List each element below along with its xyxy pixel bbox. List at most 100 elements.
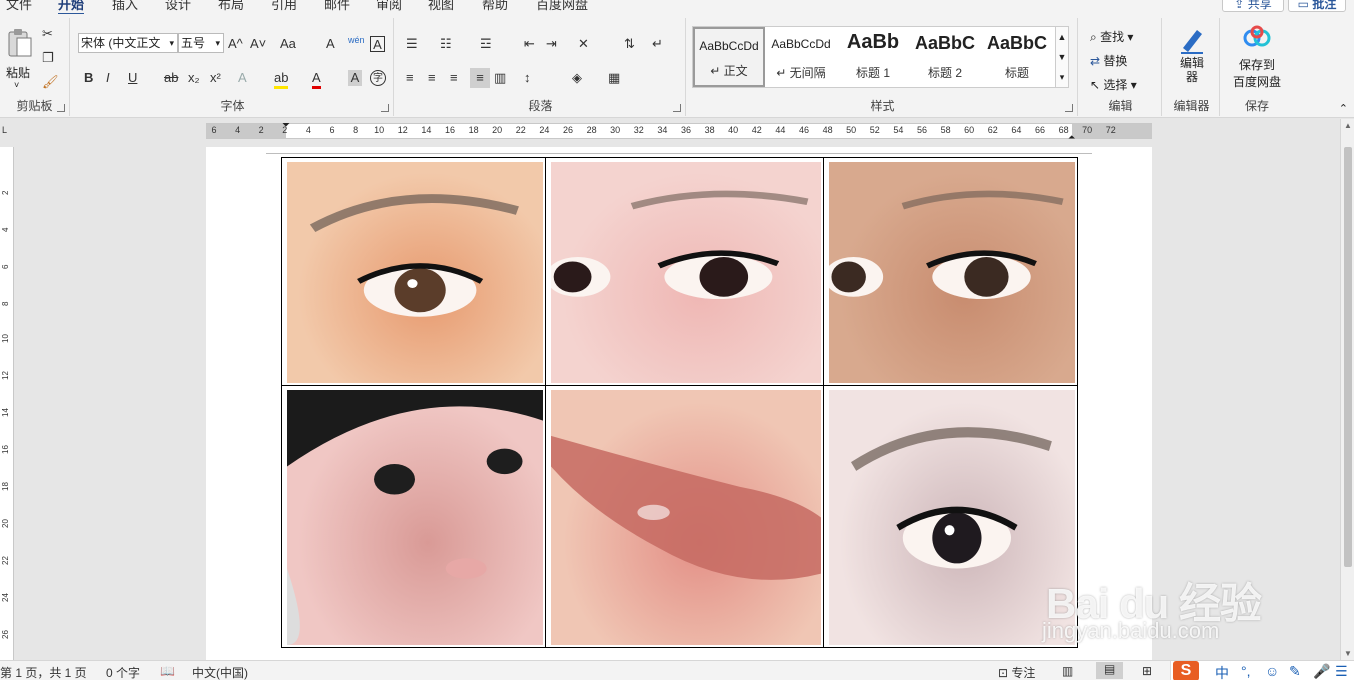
orange-eyeshadow-eye-image[interactable]	[287, 162, 543, 383]
styles-gallery-scroll[interactable]: ▲ ▼ ▾	[1055, 26, 1069, 88]
justify-icon[interactable]: ≡	[470, 68, 490, 88]
table-cell[interactable]	[546, 158, 824, 386]
tab-home[interactable]: 开始	[58, 0, 85, 14]
shrink-font-icon[interactable]: A˅	[250, 36, 266, 52]
sogou-ime-icon[interactable]: S	[1173, 661, 1199, 680]
natural-eyes-image[interactable]	[829, 162, 1075, 383]
language-indicator[interactable]: 中文(中国)	[192, 664, 248, 680]
collapse-ribbon-icon[interactable]: ⌃	[1339, 102, 1348, 115]
sort-icon[interactable]: ⇅	[624, 36, 635, 52]
align-center-icon[interactable]: ≡	[428, 70, 436, 86]
text-effects-icon[interactable]: A	[238, 70, 247, 86]
save-to-netdisk-button[interactable]: 保存到 百度网盘	[1226, 24, 1288, 94]
table-cell[interactable]	[546, 386, 824, 647]
ime-punctuation-toggle[interactable]: °,	[1241, 663, 1251, 679]
bold-icon[interactable]: B	[84, 70, 93, 86]
share-button[interactable]: ⇪ 共享	[1222, 0, 1284, 12]
chinese-layout-icon[interactable]: ✕	[578, 36, 589, 52]
comment-button[interactable]: ▭ 批注	[1288, 0, 1346, 12]
chevron-down-icon[interactable]: ▼	[1056, 47, 1068, 67]
shading-icon[interactable]: ◈	[572, 70, 582, 86]
line-spacing-icon[interactable]: ↕	[524, 70, 531, 86]
tab-references[interactable]: 引用	[271, 0, 297, 13]
increase-indent-icon[interactable]: ⇥	[546, 36, 557, 52]
style-heading-1[interactable]: AaBb 标题 1	[837, 27, 909, 87]
paste-button[interactable]: 粘贴 ˅	[4, 24, 34, 94]
dialog-launcher-icon[interactable]	[1065, 104, 1073, 112]
scrollbar-thumb[interactable]	[1344, 147, 1352, 567]
tab-review[interactable]: 审阅	[376, 0, 402, 13]
show-marks-icon[interactable]: ↵	[652, 36, 663, 52]
tab-help[interactable]: 帮助	[482, 0, 508, 13]
woman-eyes-lashes-image[interactable]	[551, 162, 821, 383]
ime-mode-toggle[interactable]: 中	[1215, 663, 1229, 680]
highlight-icon[interactable]: ab	[274, 70, 289, 89]
image-table[interactable]	[281, 157, 1078, 648]
style-title[interactable]: AaBbC 标题	[981, 27, 1053, 87]
copy-icon[interactable]: ❐	[42, 50, 54, 66]
chevron-up-icon[interactable]: ▲	[1056, 27, 1068, 47]
decrease-indent-icon[interactable]: ⇤	[524, 36, 535, 52]
grow-font-icon[interactable]: A^	[228, 36, 243, 52]
expand-gallery-icon[interactable]: ▾	[1056, 67, 1068, 87]
tab-baidu-netdisk[interactable]: 百度网盘	[536, 0, 588, 13]
distributed-icon[interactable]: ▥	[494, 70, 506, 86]
dialog-launcher-icon[interactable]	[673, 104, 681, 112]
scroll-down-icon[interactable]: ▼	[1341, 649, 1354, 658]
baby-face-image[interactable]	[287, 390, 543, 645]
character-shading-icon[interactable]: A	[348, 70, 362, 86]
align-right-icon[interactable]: ≡	[450, 70, 458, 86]
print-layout-icon[interactable]: ▤	[1096, 662, 1124, 679]
tab-selector[interactable]: L	[2, 125, 12, 135]
find-button[interactable]: ⌕ 查找 ▾	[1090, 28, 1133, 45]
word-count[interactable]: 0 个字	[106, 664, 140, 680]
table-cell[interactable]	[282, 158, 546, 386]
phonetic-guide-icon[interactable]: wén	[348, 32, 365, 48]
subscript-icon[interactable]: x₂	[188, 70, 200, 86]
tab-layout[interactable]: 布局	[218, 0, 244, 13]
replace-button[interactable]: ⇄ 替换	[1090, 52, 1127, 69]
vertical-ruler[interactable]: 246810121416182022242628	[0, 147, 14, 676]
proofing-icon[interactable]: 📖	[160, 664, 175, 678]
font-name-select[interactable]: 宋体 (中文正文 ▾	[78, 33, 178, 53]
italic-icon[interactable]: I	[106, 70, 110, 86]
microphone-icon[interactable]: 🎤	[1313, 663, 1330, 680]
tab-insert[interactable]: 插入	[112, 0, 138, 13]
align-left-icon[interactable]: ≡	[406, 70, 414, 86]
table-cell[interactable]	[824, 158, 1077, 386]
right-indent-marker-icon[interactable]: ⏶	[1068, 132, 1075, 143]
page-count[interactable]: 第 1 页，共 1 页	[0, 664, 87, 680]
borders-icon[interactable]: ▦	[608, 70, 620, 86]
editor-button[interactable]: 编辑器	[1172, 24, 1212, 94]
focus-mode-button[interactable]: ⊡ 专注	[998, 664, 1035, 680]
font-color-icon[interactable]: A	[312, 70, 321, 89]
change-case-icon[interactable]: Aa	[280, 36, 296, 52]
style-normal[interactable]: AaBbCcDd ↵ 正文	[693, 27, 765, 87]
strikethrough-icon[interactable]: ab	[164, 70, 178, 86]
glossy-lips-image[interactable]	[551, 390, 821, 645]
vertical-scrollbar[interactable]: ▲ ▼	[1340, 119, 1354, 660]
style-no-spacing[interactable]: AaBbCcDd ↵ 无间隔	[765, 27, 837, 87]
select-button[interactable]: ↖ 选择 ▾	[1090, 76, 1137, 93]
character-border-icon[interactable]: A	[370, 36, 385, 52]
enclose-character-icon[interactable]: 字	[370, 70, 386, 86]
read-mode-icon[interactable]: ▥	[1062, 664, 1073, 678]
handwriting-icon[interactable]: ✎	[1289, 663, 1301, 680]
clear-format-icon[interactable]: A	[326, 36, 335, 52]
format-painter-icon[interactable]: 🖌	[42, 74, 59, 90]
font-size-select[interactable]: 五号 ▾	[178, 33, 224, 53]
tab-view[interactable]: 视图	[428, 0, 454, 13]
superscript-icon[interactable]: x²	[210, 70, 221, 86]
menu-icon[interactable]: ☰	[1335, 663, 1348, 680]
dialog-launcher-icon[interactable]	[381, 104, 389, 112]
numbering-icon[interactable]: ☷	[440, 36, 452, 52]
style-heading-2[interactable]: AaBbC 标题 2	[909, 27, 981, 87]
dialog-launcher-icon[interactable]	[57, 104, 65, 112]
web-layout-icon[interactable]: ⊞	[1142, 664, 1152, 678]
scroll-up-icon[interactable]: ▲	[1341, 121, 1354, 130]
bullets-icon[interactable]: ☰	[406, 36, 418, 52]
horizontal-ruler[interactable]: ⏷ ⏶ 6 4 2 2 4 6 8 10 12 14 16 18 20 22 24 26 28 30 32 34 36 3…	[206, 120, 1152, 142]
cut-icon[interactable]: ✂	[42, 26, 53, 42]
table-cell[interactable]	[282, 386, 546, 647]
tab-design[interactable]: 设计	[165, 0, 191, 13]
